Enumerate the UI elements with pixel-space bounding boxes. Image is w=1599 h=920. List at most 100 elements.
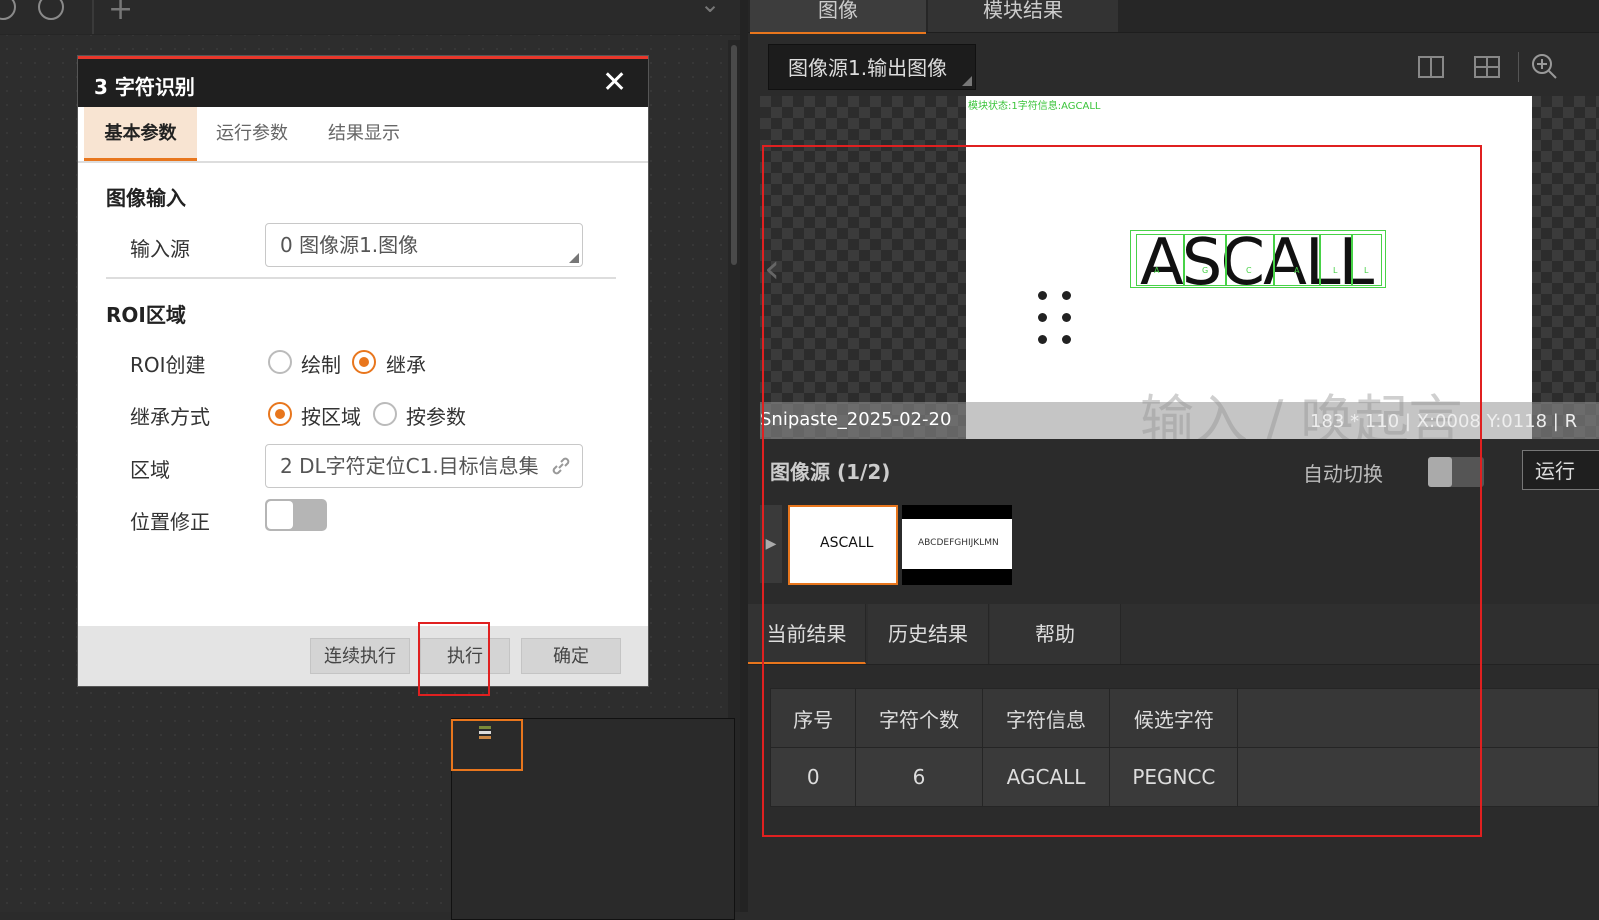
result-table-wrap: 序号 字符个数 字符信息 候选字符 0 6 AGCALL PEGNCC: [769, 688, 1599, 807]
toggle-knob: [1428, 457, 1452, 487]
tab-result-display[interactable]: 结果显示: [314, 107, 414, 161]
roi-draw-label: 绘制: [301, 353, 341, 377]
thumbnail-2-band: ABCDEFGHIJKLMN: [902, 519, 1012, 569]
canvas-toolbar: + ⌄: [0, 0, 740, 35]
input-source-value: 0 图像源1.图像: [280, 233, 419, 257]
canvas-scrollbar-thumb[interactable]: [731, 45, 737, 265]
char-label: L: [1364, 266, 1369, 275]
cell-char-count: 6: [855, 747, 983, 807]
cell-empty: [1237, 747, 1599, 807]
dialog-header[interactable]: 3 字符识别 ✕: [78, 59, 648, 107]
close-icon[interactable]: ✕: [602, 65, 627, 100]
coord-info: 183 * 110 | X:0008 Y:0118 | R: [1310, 411, 1578, 432]
link-icon[interactable]: [550, 455, 572, 477]
mini-map-node-icon: [479, 726, 491, 742]
region-label: 区域: [130, 458, 170, 482]
input-source-select[interactable]: 0 图像源1.图像: [265, 223, 583, 267]
image-viewer[interactable]: 模块状态:1字符信息:AGCALL ASCALL A G C A L L 输入 …: [760, 96, 1599, 439]
result-tabs: 当前结果 历史结果 帮助: [748, 604, 1599, 665]
zoom-in-icon[interactable]: [1530, 52, 1558, 80]
tab-help[interactable]: 帮助: [990, 604, 1121, 664]
thumbnail-strip: ▶ ASCALL ABCDEFGHIJKLMN: [760, 502, 1599, 594]
char-recognition-dialog: 3 字符识别 ✕ 基本参数 运行参数 结果显示 图像输入 输入源 0 图像源1.…: [78, 56, 648, 686]
toolbar-divider: [1518, 52, 1519, 82]
thumbnail-2-text: ABCDEFGHIJKLMN: [918, 538, 999, 548]
char-label: C: [1246, 266, 1252, 275]
tab-basic-params[interactable]: 基本参数: [84, 107, 197, 161]
overlay-status-text: 模块状态:1字符信息:AGCALL: [968, 101, 1101, 112]
add-icon[interactable]: +: [108, 0, 133, 27]
section-divider: [106, 277, 616, 279]
dialog-tabs: 基本参数 运行参数 结果显示: [78, 107, 648, 163]
source-image: 模块状态:1字符信息:AGCALL ASCALL A G C A L L 输入 …: [966, 96, 1532, 439]
inherit-by-region-label: 按区域: [301, 405, 361, 429]
cell-char-info: AGCALL: [981, 747, 1111, 807]
dot-matrix-mark: [1038, 291, 1078, 347]
prev-image-icon[interactable]: ‹: [764, 246, 780, 292]
dialog-title: 3 字符识别: [94, 75, 195, 99]
expand-arrow-icon[interactable]: ▶: [760, 505, 782, 583]
dropdown-corner-icon: [569, 253, 579, 263]
execute-highlight-box: [418, 622, 490, 696]
section-image-input: 图像输入: [106, 186, 186, 210]
image-info-bar: Snipaste_2025-02-20 183 * 110 | X:0008 Y…: [760, 402, 1599, 439]
inherit-by-region-radio[interactable]: [268, 402, 292, 426]
tab-module-result[interactable]: 模块结果: [928, 0, 1118, 32]
toolbar-divider: [92, 0, 94, 34]
inherit-by-param-label: 按参数: [406, 405, 466, 429]
char-box: [1320, 234, 1352, 286]
tab-current-result[interactable]: 当前结果: [748, 604, 866, 664]
position-fix-toggle[interactable]: [265, 499, 327, 531]
run-once-icon[interactable]: [0, 0, 16, 20]
run-loop-icon[interactable]: [38, 0, 64, 20]
tab-history-result[interactable]: 历史结果: [868, 604, 989, 664]
inherit-by-param-radio[interactable]: [373, 402, 397, 426]
char-label: L: [1333, 266, 1338, 275]
section-roi: ROI区域: [106, 303, 186, 327]
thumbnail-1-text: ASCALL: [820, 535, 874, 551]
roi-inherit-label: 继承: [386, 353, 426, 377]
char-box: [1274, 234, 1320, 286]
cell-candidates: PEGNCC: [1109, 747, 1239, 807]
roi-draw-radio[interactable]: [268, 350, 292, 374]
split-view-icon[interactable]: [1418, 56, 1444, 78]
region-select[interactable]: 2 DL字符定位C1.目标信息集: [265, 444, 583, 488]
col-candidates: 候选字符: [1109, 688, 1239, 748]
continuous-execute-button[interactable]: 连续执行: [310, 638, 410, 674]
char-box: [1226, 234, 1274, 286]
table-row[interactable]: 0 6 AGCALL PEGNCC: [769, 747, 1599, 807]
roi-inherit-radio[interactable]: [352, 350, 376, 374]
file-name: Snipaste_2025-02-20: [760, 409, 952, 430]
thumbnail-2[interactable]: ABCDEFGHIJKLMN: [902, 505, 1012, 585]
right-panel: 图像 模块结果 图像源1.输出图像 模块状态:1字符信息:AGCALL ASCA…: [740, 0, 1599, 912]
chevron-down-icon[interactable]: ⌄: [700, 0, 720, 18]
char-label: A: [1294, 266, 1300, 275]
image-select-value: 图像源1.输出图像: [788, 56, 948, 80]
right-tabs: 图像 模块结果: [748, 0, 1599, 34]
tab-image[interactable]: 图像: [750, 0, 926, 34]
run-button[interactable]: 运行: [1522, 450, 1599, 490]
col-index: 序号: [769, 688, 857, 748]
cell-index: 0: [769, 747, 857, 807]
image-source-title: 图像源 (1/2): [770, 460, 891, 484]
char-label: G: [1202, 266, 1209, 275]
position-fix-label: 位置修正: [130, 510, 210, 534]
toggle-knob: [267, 501, 293, 529]
dropdown-corner-icon: [962, 76, 972, 86]
result-table: 序号 字符个数 字符信息 候选字符 0 6 AGCALL PEGNCC: [769, 688, 1599, 807]
inherit-mode-label: 继承方式: [130, 405, 210, 429]
thumbnail-1[interactable]: ASCALL: [788, 505, 898, 585]
tab-run-params[interactable]: 运行参数: [202, 107, 302, 161]
grid-view-icon[interactable]: [1474, 56, 1500, 78]
image-source-select[interactable]: 图像源1.输出图像: [768, 44, 976, 90]
char-box: [1352, 234, 1382, 286]
roi-create-label: ROI创建: [130, 353, 206, 377]
char-label: A: [1154, 266, 1160, 275]
confirm-button[interactable]: 确定: [521, 638, 621, 674]
col-char-info: 字符信息: [981, 688, 1111, 748]
col-char-count: 字符个数: [855, 688, 983, 748]
auto-switch-toggle[interactable]: [1428, 457, 1484, 487]
region-value: 2 DL字符定位C1.目标信息集: [280, 454, 539, 478]
dialog-footer: 连续执行 执行 确定: [78, 626, 648, 686]
table-header-row: 序号 字符个数 字符信息 候选字符: [769, 688, 1599, 748]
